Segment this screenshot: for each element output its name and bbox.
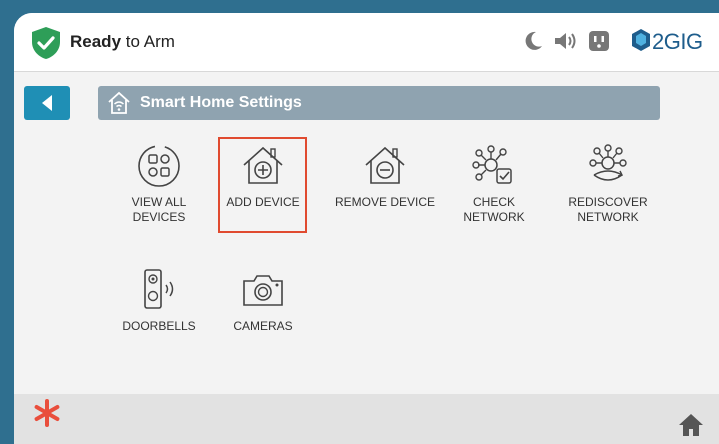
tile-label-line2: NETWORK [463, 210, 525, 224]
tile-label-line1: DOORBELLS [122, 319, 196, 333]
back-arrow-icon [42, 95, 52, 111]
page-title-bar: Smart Home Settings [98, 86, 660, 120]
arm-status-text: Ready to Arm [70, 32, 175, 52]
status-rest: to Arm [125, 32, 175, 51]
tile-rediscover-network[interactable]: REDISCOVER NETWORK [560, 143, 656, 225]
tile-remove-device[interactable]: REMOVE DEVICE [330, 143, 440, 210]
house-add-icon [243, 146, 283, 184]
panel-screen: Ready to Arm 2GIG Smart Home Settings VI… [14, 13, 719, 444]
tile-label-line1: CHECK [472, 195, 515, 209]
grid-apps-icon [138, 145, 180, 187]
status-strong: Ready [70, 32, 122, 51]
tile-label-line1: REMOVE DEVICE [334, 195, 436, 209]
tile-label: ADD DEVICE [215, 195, 311, 210]
network-rediscover-icon [589, 144, 627, 181]
tile-label-line1: CAMERAS [233, 319, 293, 333]
home-icon[interactable] [678, 413, 704, 437]
tile-label: VIEW ALL DEVICES [111, 195, 207, 225]
brand-name: 2GIG [652, 29, 703, 54]
doorbell-icon [144, 269, 174, 309]
tile-label: REMOVE DEVICE [330, 195, 440, 210]
tile-label-line2: DEVICES [132, 210, 186, 224]
tile-view-all-devices[interactable]: VIEW ALL DEVICES [111, 143, 207, 225]
camera-icon [243, 275, 283, 306]
back-button[interactable] [24, 86, 70, 120]
brand-logo-icon [632, 29, 650, 51]
network-check-icon [472, 145, 512, 184]
status-bar: Ready to Arm 2GIG [14, 13, 719, 72]
tile-check-network[interactable]: CHECK NETWORK [446, 143, 542, 225]
shield-check-icon [32, 27, 60, 59]
emergency-asterisk-icon[interactable] [32, 395, 62, 437]
tile-cameras[interactable]: CAMERAS [215, 267, 311, 334]
tile-add-device[interactable]: ADD DEVICE [215, 143, 311, 210]
smart-home-wifi-icon [108, 91, 130, 114]
house-remove-icon [365, 146, 405, 184]
tile-label-line1: ADD DEVICE [226, 195, 300, 209]
tile-doorbells[interactable]: DOORBELLS [111, 267, 207, 334]
volume-icon[interactable] [553, 30, 577, 52]
tile-label: CHECK NETWORK [446, 195, 542, 225]
page-title: Smart Home Settings [140, 94, 302, 111]
bottom-bar [14, 394, 719, 444]
moon-icon[interactable] [522, 30, 544, 52]
tile-label: DOORBELLS [111, 319, 207, 334]
tile-label-line1: VIEW ALL [131, 195, 187, 209]
tile-label-line2: NETWORK [577, 210, 639, 224]
asterisk-icon [34, 399, 60, 427]
outlet-icon[interactable] [588, 30, 610, 52]
tile-label: REDISCOVER NETWORK [560, 195, 656, 225]
tile-label-line1: REDISCOVER [568, 195, 648, 209]
tile-label: CAMERAS [215, 319, 311, 334]
